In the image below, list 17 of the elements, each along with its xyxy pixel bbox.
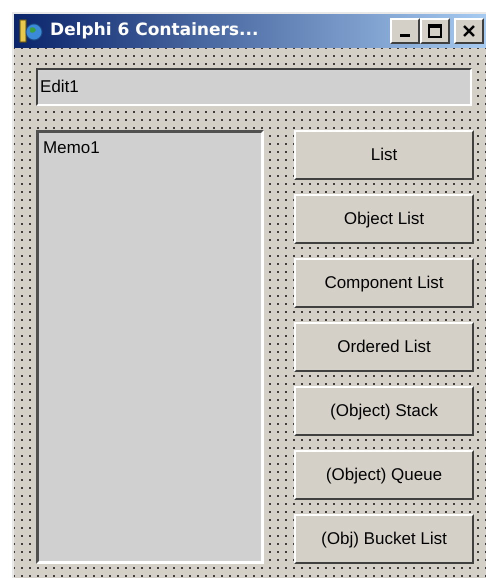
maximize-icon bbox=[428, 24, 442, 38]
action-button[interactable]: Ordered List bbox=[294, 322, 474, 372]
minimize-button[interactable] bbox=[390, 18, 420, 44]
action-button[interactable]: (Obj) Bucket List bbox=[294, 514, 474, 564]
action-button[interactable]: List bbox=[294, 130, 474, 180]
action-button[interactable]: (Object) Queue bbox=[294, 450, 474, 500]
edit-field[interactable]: Edit1 bbox=[36, 68, 472, 106]
app-icon bbox=[18, 18, 44, 44]
minimize-icon bbox=[400, 34, 410, 36]
action-button[interactable]: Object List bbox=[294, 194, 474, 244]
close-icon bbox=[462, 24, 476, 38]
action-button[interactable]: (Object) Stack bbox=[294, 386, 474, 436]
window-title: Delphi 6 Containers... bbox=[50, 19, 258, 42]
maximize-button[interactable] bbox=[420, 18, 450, 44]
action-button[interactable]: Component List bbox=[294, 258, 474, 308]
close-button[interactable] bbox=[454, 18, 484, 44]
memo-field[interactable]: Memo1 bbox=[36, 130, 264, 564]
